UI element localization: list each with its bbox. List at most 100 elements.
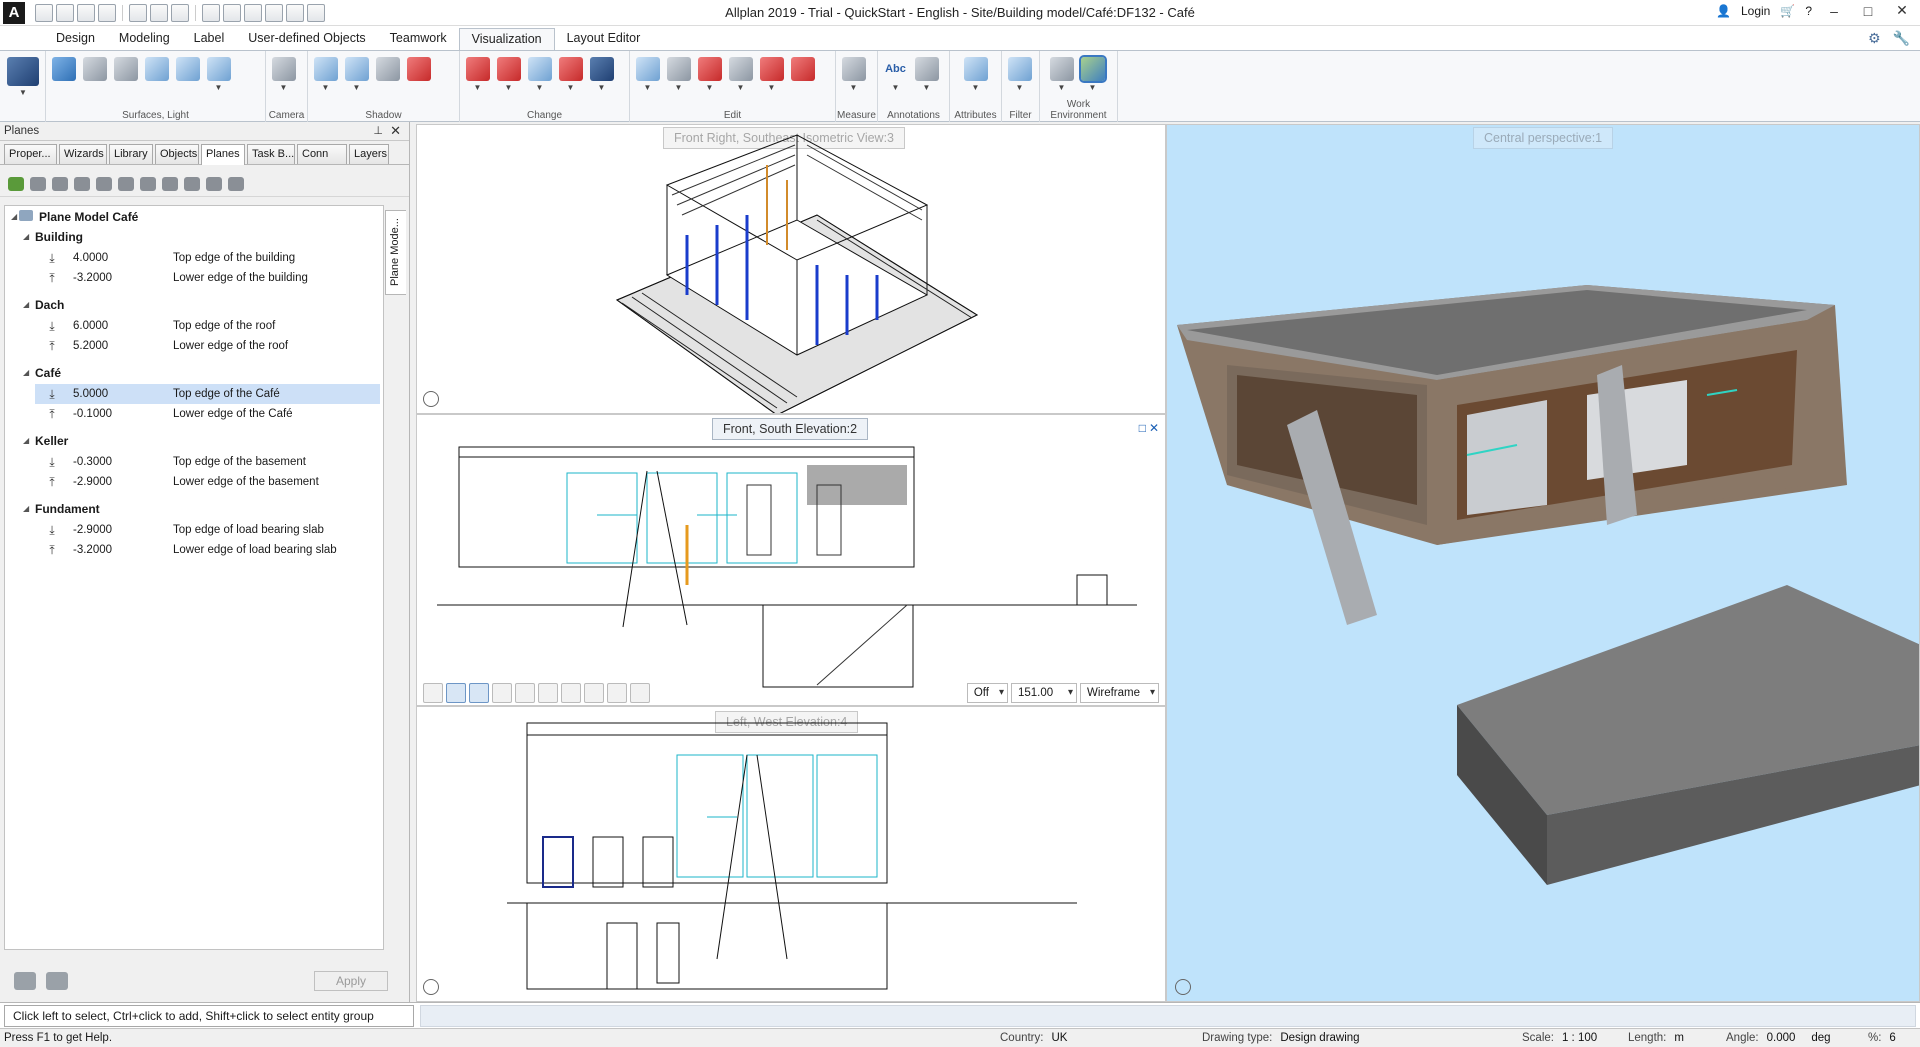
modify-pen-button[interactable]: ▼ — [464, 57, 491, 97]
pan-icon[interactable] — [492, 683, 512, 703]
roof-plane-icon[interactable] — [162, 176, 178, 191]
plane-row[interactable]: ⤒ -3.2000 Lower edge of load bearing slab — [35, 540, 380, 560]
pin-icon[interactable]: ⊥ — [373, 124, 383, 137]
tree-group-dach[interactable]: Dach — [35, 298, 64, 312]
gear-icon[interactable]: ⚙ — [1868, 30, 1881, 47]
tree-group-cafe[interactable]: Café — [35, 366, 61, 380]
modify-element-button[interactable]: ▼ — [588, 57, 615, 97]
navigation-icon[interactable] — [423, 683, 443, 703]
sun-light-button[interactable]: ▼ — [205, 57, 232, 97]
layer-icon[interactable] — [202, 3, 220, 22]
shadow-settings-button[interactable]: ▼ — [312, 57, 339, 97]
shadow-dropdown[interactable]: Off — [966, 683, 1008, 703]
save-icon[interactable] — [77, 3, 95, 22]
add-plane-icon[interactable] — [8, 176, 24, 191]
navigation-cube-icon[interactable] — [1175, 979, 1191, 995]
redo-view-icon[interactable] — [538, 683, 558, 703]
redo-icon[interactable] — [171, 3, 189, 22]
plane-row[interactable]: ⤓ 6.0000 Top edge of the roof — [35, 316, 380, 336]
plane-row[interactable]: ⤒ -2.9000 Lower edge of the basement — [35, 472, 380, 492]
tab-teamwork[interactable]: Teamwork — [378, 28, 459, 50]
user-icon[interactable]: 👤 — [1716, 4, 1731, 18]
render-button[interactable] — [143, 57, 170, 97]
plane-row[interactable]: ⤒ -0.1000 Lower edge of the Café — [35, 404, 380, 424]
plane-row[interactable]: ⤓ -2.9000 Top edge of load bearing slab — [35, 520, 380, 540]
surface-library-button[interactable] — [112, 57, 139, 97]
modify-line-button[interactable]: ▼ — [495, 57, 522, 97]
modify-format-button[interactable]: ▼ — [526, 57, 553, 97]
move-button[interactable]: ▼ — [665, 57, 692, 97]
undo-icon[interactable] — [150, 3, 168, 22]
stretch-button[interactable]: ▼ — [758, 57, 785, 97]
plane-row-selected[interactable]: ⤓ 5.0000 Top edge of the Café — [35, 384, 380, 404]
delete-button[interactable] — [789, 57, 816, 97]
palette-tab-library[interactable]: Library — [109, 144, 153, 164]
allplan-logo-icon[interactable]: A — [3, 1, 25, 24]
link-plane-icon[interactable] — [52, 176, 68, 191]
dialog-line[interactable] — [420, 1005, 1916, 1027]
login-link[interactable]: Login — [1741, 4, 1770, 18]
help-button[interactable]: ? — [1805, 4, 1812, 18]
assign-surface-button[interactable] — [81, 57, 108, 97]
tab-design[interactable]: Design — [44, 28, 107, 50]
save-view-icon[interactable] — [561, 683, 581, 703]
modify-curve-button[interactable]: ▼ — [557, 57, 584, 97]
visualization-mode-button[interactable]: ▼ — [4, 57, 42, 97]
remove-plane-icon[interactable] — [30, 176, 46, 191]
palette-tab-wizards[interactable]: Wizards — [59, 144, 107, 164]
collapse-arrow-icon[interactable]: ◢ — [23, 436, 29, 445]
copy-button[interactable]: ▼ — [634, 57, 661, 97]
plane-row[interactable]: ⤒ 5.2000 Lower edge of the roof — [35, 336, 380, 356]
palette-tab-layers[interactable]: Layers — [349, 144, 389, 164]
plane-row[interactable]: ⤓ -0.3000 Top edge of the basement — [35, 452, 380, 472]
window-icon[interactable] — [265, 3, 283, 22]
tab-user-defined-objects[interactable]: User-defined Objects — [236, 28, 377, 50]
tools-icon[interactable] — [286, 3, 304, 22]
viewport-south-elevation[interactable]: Front, South Elevation:2 □ ✕ Off ▾ 151.0… — [416, 414, 1166, 706]
palette-tab-task-bar[interactable]: Task B... — [247, 144, 295, 164]
mirror-button[interactable]: ▼ — [727, 57, 754, 97]
close-icon[interactable]: ✕ — [390, 123, 401, 139]
sun-position-button[interactable]: ▼ — [343, 57, 370, 97]
apply-button[interactable]: Apply — [314, 971, 388, 991]
viewport-west-elevation[interactable]: Left, West Elevation:4 — [416, 706, 1166, 1002]
collapse-arrow-icon[interactable]: ◢ — [23, 232, 29, 241]
shadow-toggle-button[interactable] — [405, 57, 432, 97]
collapse-arrow-icon[interactable]: ◢ — [23, 368, 29, 377]
plot-icon[interactable] — [223, 3, 241, 22]
export-icon[interactable] — [46, 972, 68, 990]
legend-button[interactable]: ▼ — [913, 57, 940, 97]
measure-button[interactable]: ▼ — [840, 57, 867, 97]
maximize-button[interactable]: □ — [1856, 3, 1880, 19]
camera-button[interactable]: ▼ — [270, 57, 297, 97]
properties-icon[interactable] — [98, 3, 116, 22]
plane-assign-icon[interactable] — [140, 176, 156, 191]
surface-settings-button[interactable] — [50, 57, 77, 97]
navigation-cube-icon[interactable] — [423, 979, 439, 995]
tab-modeling[interactable]: Modeling — [107, 28, 182, 50]
viewport-isometric[interactable]: Front Right, Southeast Isometric View:3 — [416, 124, 1166, 414]
navigation-cube-icon[interactable] — [423, 391, 439, 407]
minimize-button[interactable]: – — [1822, 3, 1846, 19]
wrench-icon[interactable]: 🔧 — [1893, 30, 1910, 47]
collapse-arrow-icon[interactable]: ◢ — [23, 504, 29, 513]
shadow-render-button[interactable] — [374, 57, 401, 97]
ucs-button[interactable]: ▼ — [1048, 57, 1075, 97]
plane-copy-icon[interactable] — [118, 176, 134, 191]
tree-group-fundament[interactable]: Fundament — [35, 502, 100, 516]
view-cube-icon[interactable] — [584, 683, 604, 703]
text-button[interactable]: Abc ▼ — [882, 57, 909, 97]
attributes-button[interactable]: ▼ — [962, 57, 989, 97]
status-angle[interactable]: Angle: 0.000 deg — [1726, 1032, 1831, 1044]
collapse-arrow-icon[interactable]: ◢ — [23, 300, 29, 309]
filter-button[interactable]: ▼ — [1006, 57, 1033, 97]
delete-x-icon[interactable] — [206, 176, 222, 191]
open-icon[interactable] — [35, 3, 53, 22]
close-window-button[interactable]: ✕ — [1890, 2, 1914, 19]
palette-tab-planes[interactable]: Planes — [201, 144, 245, 165]
plane-row[interactable]: ⤓ 4.0000 Top edge of the building — [35, 248, 380, 268]
import-icon[interactable] — [14, 972, 36, 990]
print-preview-icon[interactable] — [129, 3, 147, 22]
viewport-central-perspective[interactable]: Central perspective:1 — [1166, 124, 1920, 1002]
section-icon[interactable] — [607, 683, 627, 703]
